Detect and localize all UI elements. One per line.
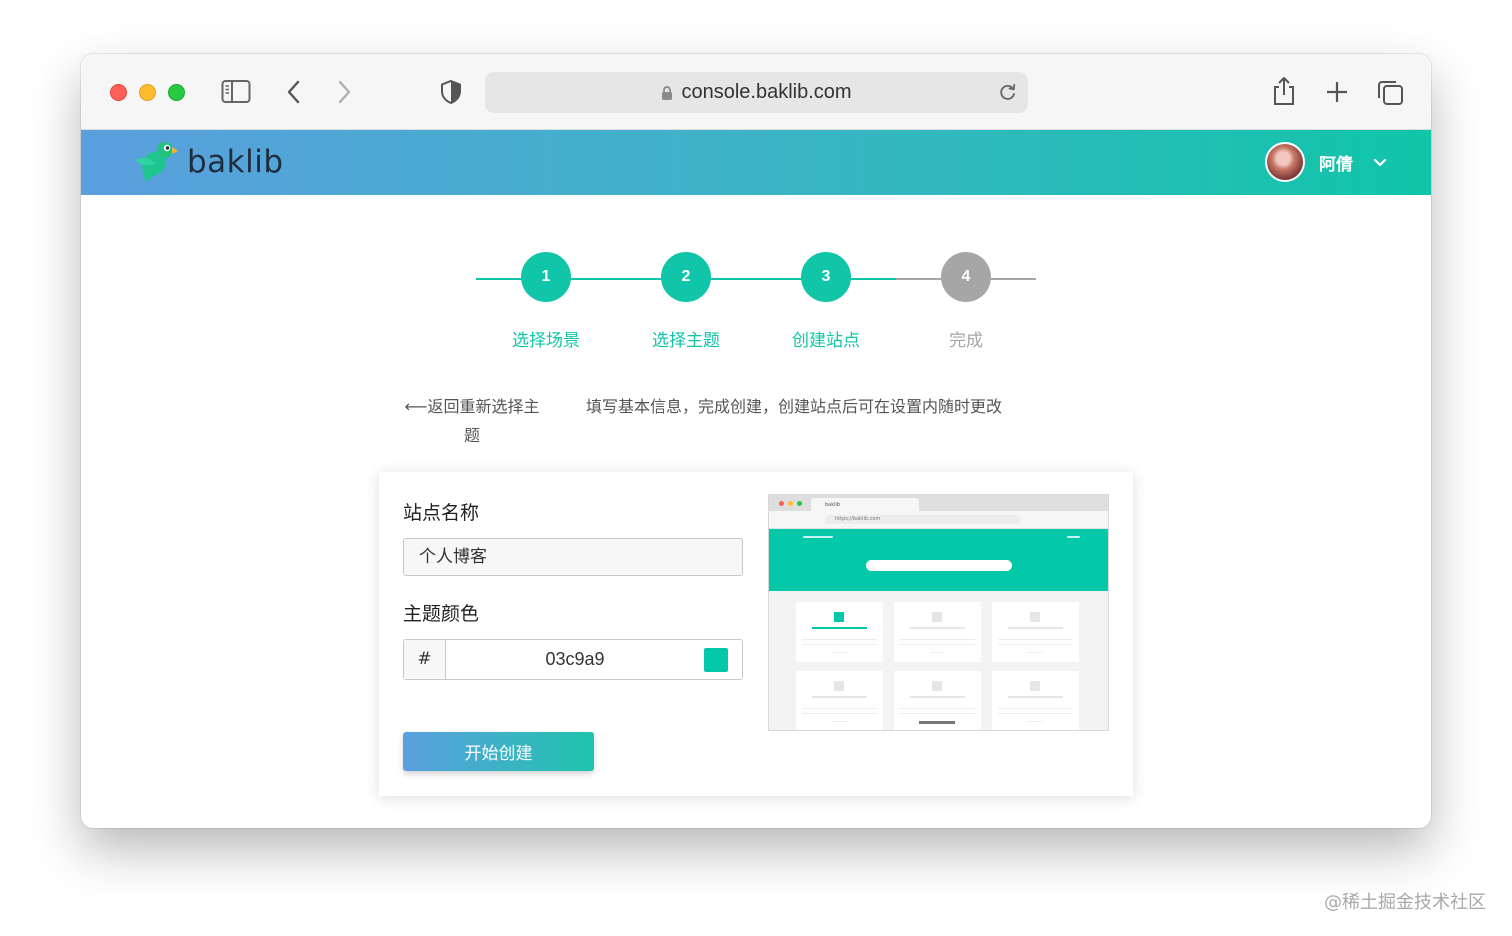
preview-card-line [900,644,975,645]
preview-card-line [1008,696,1063,698]
lock-icon [662,85,673,100]
browser-toolbar: console.baklib.com [81,54,1431,130]
preview-menu-bar [1067,536,1080,538]
user-name[interactable]: 阿倩 [1319,150,1353,175]
forward-arrow-icon[interactable] [335,79,353,105]
parrot-logo-icon [135,142,178,182]
preview-tab: baklib [811,498,919,511]
preview-card-line [900,708,975,709]
theme-color-field[interactable]: # 03c9a9 [403,639,743,680]
color-swatch[interactable] [704,648,728,672]
preview-card-icon [1030,612,1040,622]
preview-card-line [802,713,877,714]
step-circle: 4 [941,252,991,302]
site-form-card: 站点名称 个人博客 主题颜色 # 03c9a9 开始创建 baklib http… [379,472,1133,796]
preview-card-line [832,652,847,653]
progress-steps: 1 选择场景 2 选择主题 3 创建站点 4 完成 [476,250,1036,351]
step-1: 1 选择场景 [476,252,616,351]
baklib-logo[interactable]: baklib [133,140,284,184]
hash-prefix: # [404,640,446,679]
preview-card-icon [834,612,844,622]
url-text: console.baklib.com [681,81,852,103]
step-circle: 3 [801,252,851,302]
preview-card-line [998,708,1073,709]
privacy-shield-icon[interactable] [439,79,463,105]
watermark: @稀土掘金技术社区 [1324,892,1486,913]
theme-preview: baklib https://baklib.com [768,494,1109,731]
preview-min-dot [788,501,793,506]
step-circle: 1 [521,252,571,302]
preview-card-line [910,696,965,698]
preview-card-line [900,713,975,714]
back-to-theme-link[interactable]: ⟵返回重新选择主题 [397,392,547,450]
step-2: 2 选择主题 [616,252,756,351]
preview-card-icon [834,681,844,691]
sidebar-toggle-icon[interactable] [221,79,251,105]
preview-card-line [812,696,867,698]
preview-card [796,602,883,662]
preview-card-line [832,721,847,722]
preview-card [894,671,981,730]
back-arrow-icon[interactable] [285,79,303,105]
step-label: 选择主题 [652,331,720,351]
avatar[interactable] [1265,142,1305,182]
browser-window: console.baklib.com baklib 阿倩 1 选择场景 2 选择… [81,54,1431,828]
preview-card-line [998,644,1073,645]
instruction-text: 填写基本信息，完成创建，创建站点后可在设置内随时更改 [586,397,1003,416]
step-3: 3 创建站点 [756,252,896,351]
zoom-window-button[interactable] [168,84,185,101]
tab-overview-icon[interactable] [1376,78,1404,106]
preview-tab-strip: baklib [769,495,1108,511]
step-circle: 2 [661,252,711,302]
preview-zoom-dot [797,501,802,506]
reload-icon[interactable] [998,82,1018,106]
preview-nav-bar [803,536,833,538]
preview-card-line [930,652,945,653]
preview-card-line [910,627,965,629]
logo-text: baklib [187,144,284,180]
share-icon[interactable] [1272,76,1296,106]
preview-card [992,671,1079,730]
address-bar[interactable]: console.baklib.com [485,72,1028,113]
user-menu[interactable]: 阿倩 [1265,142,1387,182]
preview-card [894,602,981,662]
preview-card-icon [932,681,942,691]
preview-card-line [802,644,877,645]
chevron-down-icon[interactable] [1373,153,1387,172]
close-window-button[interactable] [110,84,127,101]
step-label: 完成 [949,331,983,351]
preview-search-bar [866,560,1012,571]
preview-card-line [1028,652,1043,653]
preview-card-line [802,708,877,709]
start-create-button[interactable]: 开始创建 [403,732,594,771]
preview-card-line [812,627,867,629]
preview-card-icon [1030,681,1040,691]
color-hex-input[interactable]: 03c9a9 [446,640,704,679]
preview-address-bar: https://baklib.com [769,511,1108,529]
preview-card-line [802,639,877,640]
preview-url: https://baklib.com [825,515,1021,524]
theme-color-label: 主题颜色 [403,603,480,625]
preview-hero [769,529,1108,591]
preview-card-grid [769,591,1108,730]
minimize-window-button[interactable] [139,84,156,101]
step-label: 选择场景 [512,331,580,351]
arrow-left-icon: ⟵ [404,397,428,416]
preview-card-line [998,639,1073,640]
site-name-input[interactable]: 个人博客 [403,538,743,576]
preview-card [796,671,883,730]
preview-card [992,602,1079,662]
preview-close-dot [779,501,784,506]
site-name-label: 站点名称 [403,502,480,524]
preview-card-icon [932,612,942,622]
preview-card-line [900,639,975,640]
new-tab-plus-icon[interactable] [1325,80,1349,104]
app-header: baklib 阿倩 [81,130,1431,195]
step-label: 创建站点 [792,331,860,351]
preview-card-line [1028,721,1043,722]
preview-card-line [919,721,955,724]
preview-card-line [998,713,1073,714]
preview-card-line [1008,627,1063,629]
step-4: 4 完成 [896,252,1036,351]
